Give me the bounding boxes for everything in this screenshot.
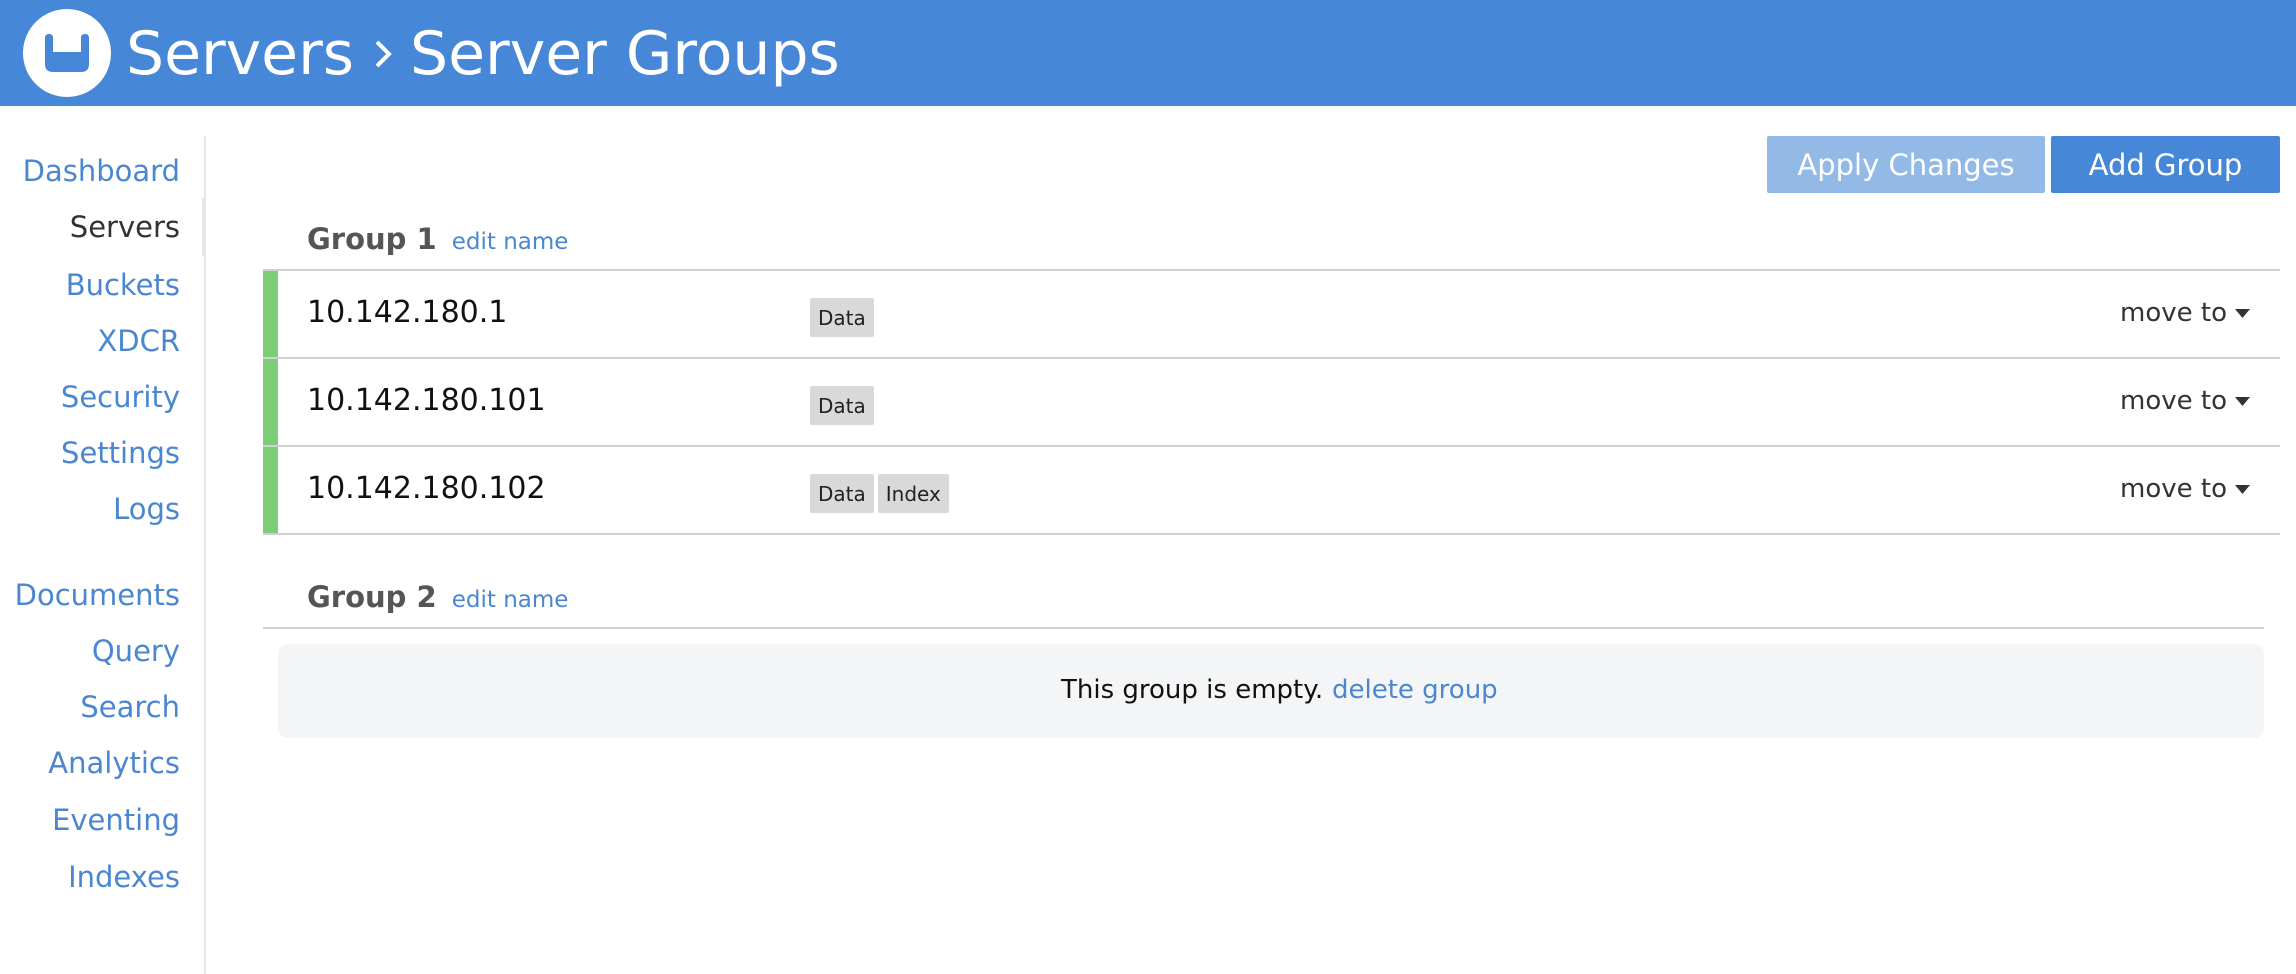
empty-group-panel: This group is empty. delete group xyxy=(278,644,2264,738)
couchbase-logo-icon[interactable] xyxy=(23,9,111,97)
service-list: Data xyxy=(810,386,874,425)
move-to-label: move to xyxy=(2120,386,2227,416)
chevron-right-icon xyxy=(368,34,398,74)
move-to-dropdown[interactable]: move to xyxy=(2120,469,2250,509)
group-divider xyxy=(263,627,2264,629)
service-badge: Index xyxy=(877,474,949,513)
group-heading: Group 1 edit name xyxy=(307,222,568,256)
group-heading: Group 2 edit name xyxy=(307,580,568,614)
apply-changes-button[interactable]: Apply Changes xyxy=(1767,136,2045,193)
delete-group-link[interactable]: delete group xyxy=(1332,670,1498,710)
sidebar-nav: Dashboard Servers Buckets XDCR Security … xyxy=(0,136,206,974)
server-row: 10.142.180.1 Data move to xyxy=(263,271,2280,359)
sidebar-item-servers[interactable]: Servers xyxy=(70,207,180,247)
service-badge: Data xyxy=(810,298,874,337)
server-ip[interactable]: 10.142.180.1 xyxy=(307,291,507,335)
service-list: Data xyxy=(810,298,874,337)
sidebar-item-search[interactable]: Search xyxy=(80,687,180,727)
move-to-dropdown[interactable]: move to xyxy=(2120,293,2250,333)
sidebar-item-settings[interactable]: Settings xyxy=(61,433,180,473)
sidebar-item-security[interactable]: Security xyxy=(61,377,180,417)
page-title: Server Groups xyxy=(410,19,840,89)
server-ip[interactable]: 10.142.180.102 xyxy=(307,467,546,511)
breadcrumb: Servers Server Groups xyxy=(126,14,840,94)
move-to-dropdown[interactable]: move to xyxy=(2120,381,2250,421)
sidebar-item-eventing[interactable]: Eventing xyxy=(52,800,180,840)
active-indicator xyxy=(202,198,206,256)
move-to-label: move to xyxy=(2120,298,2227,328)
sidebar-item-analytics[interactable]: Analytics xyxy=(48,743,180,783)
sidebar-item-buckets[interactable]: Buckets xyxy=(66,265,180,305)
server-status-indicator xyxy=(263,447,278,533)
server-ip[interactable]: 10.142.180.101 xyxy=(307,379,546,423)
group-name: Group 2 xyxy=(307,580,437,614)
sidebar-item-documents[interactable]: Documents xyxy=(15,575,180,615)
edit-name-link[interactable]: edit name xyxy=(452,587,569,613)
breadcrumb-servers-link[interactable]: Servers xyxy=(126,19,354,89)
caret-down-icon xyxy=(2235,396,2250,406)
sidebar-item-query[interactable]: Query xyxy=(92,631,180,671)
server-status-indicator xyxy=(263,359,278,445)
sidebar-item-indexes[interactable]: Indexes xyxy=(68,857,180,897)
service-list: Data Index xyxy=(810,474,949,513)
sidebar-item-xdcr[interactable]: XDCR xyxy=(97,321,180,361)
group-name: Group 1 xyxy=(307,222,437,256)
move-to-label: move to xyxy=(2120,474,2227,504)
add-group-button[interactable]: Add Group xyxy=(2051,136,2280,193)
empty-group-message: This group is empty. xyxy=(1061,675,1324,705)
service-badge: Data xyxy=(810,386,874,425)
caret-down-icon xyxy=(2235,484,2250,494)
top-header: Servers Server Groups xyxy=(0,0,2296,106)
sidebar-item-logs[interactable]: Logs xyxy=(113,489,180,529)
service-badge: Data xyxy=(810,474,874,513)
sidebar-item-dashboard[interactable]: Dashboard xyxy=(23,151,180,191)
server-row: 10.142.180.102 Data Index move to xyxy=(263,447,2280,535)
server-status-indicator xyxy=(263,271,278,357)
edit-name-link[interactable]: edit name xyxy=(452,229,569,255)
caret-down-icon xyxy=(2235,308,2250,318)
server-row: 10.142.180.101 Data move to xyxy=(263,359,2280,447)
